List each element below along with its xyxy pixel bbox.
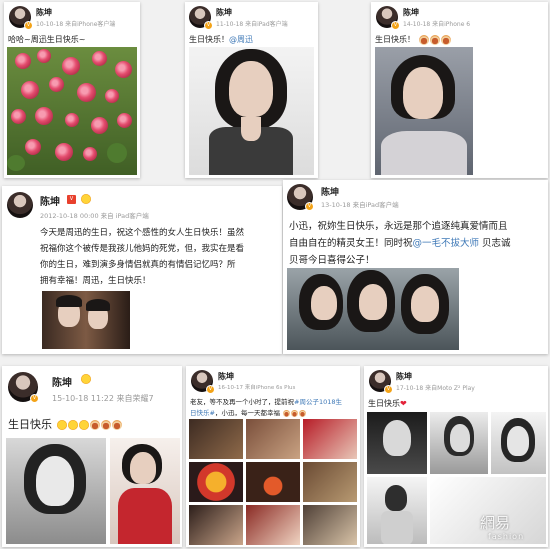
photo-grid-3[interactable]: [303, 419, 357, 459]
photo-grid-5[interactable]: [246, 462, 300, 502]
photo-grid-8[interactable]: [246, 505, 300, 545]
post-meta: 16-10-17 来自iPhone 6s Plus: [218, 385, 296, 391]
post-text-line-1: 老友，等不及再一个小时了，提前祝#周公子1018生: [190, 398, 342, 406]
username[interactable]: 陈坤: [396, 371, 412, 382]
post-text-line-2: 自由自在的精灵女王！同时祝@一毛不拔大师 贝志诚: [289, 238, 511, 249]
photo-grid-2[interactable]: [246, 419, 300, 459]
photo-couple[interactable]: [42, 291, 130, 349]
username[interactable]: 陈坤: [321, 185, 339, 198]
username[interactable]: 陈坤: [52, 374, 72, 389]
cake-emoji-icon: [111, 420, 122, 430]
post-meta: 17-10-18 来自Moto Z² Play: [396, 385, 475, 392]
post-meta: 15-10-18 11:22 来自荣耀7: [52, 394, 154, 403]
username[interactable]: 陈坤: [36, 7, 52, 18]
verified-badge-icon: V: [384, 385, 393, 394]
verified-badge-icon: V: [305, 202, 314, 211]
photo-trio[interactable]: [287, 268, 459, 350]
photo-grid-1[interactable]: [367, 412, 427, 474]
post-text-line-2: 祝福你这个被传是我孩儿他妈的死党，但，我实在是看: [40, 244, 245, 254]
weibo-post-3: V 陈坤 14-10-18 来自iPhone 6 生日快乐！: [371, 2, 548, 178]
cake-emoji-icon: [291, 409, 299, 417]
avatar[interactable]: [7, 192, 33, 218]
cake-emoji-icon: [440, 34, 451, 45]
post-text: 生日快乐！: [375, 34, 451, 45]
username[interactable]: 陈坤: [216, 7, 232, 18]
photo-grid-1[interactable]: [189, 419, 243, 459]
post-meta: 11-10-18 来自iPad客户端: [216, 21, 288, 28]
post-text-line-2: 日快乐#，小迅，每一天都幸福: [190, 407, 307, 417]
post-text-line-1: 小迅，祝妳生日快乐，永远是那个追逐纯真爱情而且: [289, 221, 508, 232]
photo-grid-6[interactable]: [303, 462, 357, 502]
cake-emoji-icon: [100, 420, 111, 430]
weibo-post-4: 陈坤 V 2012-10-18 00:00 来自 iPad客户端 今天是周迅的生…: [2, 186, 282, 354]
photo-grid-3[interactable]: [491, 412, 546, 474]
username[interactable]: 陈坤: [218, 371, 234, 382]
post-text: 生日快乐: [8, 416, 122, 432]
weibo-post-6: V 陈坤 15-10-18 11:22 来自荣耀7 生日快乐: [2, 366, 182, 547]
post-text-prefix: 生日快乐！: [189, 35, 229, 44]
mention-link[interactable]: @一毛不拔大师: [413, 238, 480, 249]
username[interactable]: 陈坤: [403, 7, 419, 18]
heart-icon: ❤: [400, 399, 407, 408]
mention-link[interactable]: @周迅: [229, 35, 253, 44]
watermark-logo: 網易: [480, 514, 511, 532]
post-text: 生日快乐！@周迅: [189, 34, 253, 45]
verified-badge-icon: V: [391, 21, 400, 30]
watermark-text: fashion: [488, 532, 525, 541]
post-text-line-3: 贝哥今日喜得公子！: [289, 255, 375, 266]
verified-badge-icon: V: [66, 194, 77, 205]
cake-emoji-icon: [429, 34, 440, 45]
post-meta: 13-10-18 来自iPad客户端: [321, 201, 399, 209]
weibo-post-2: V 陈坤 11-10-18 来自iPad客户端 生日快乐！@周迅: [185, 2, 318, 178]
hashtag-link[interactable]: 日快乐#: [190, 409, 215, 417]
post-text-line-4: 拥有幸福！周迅，生日快乐！: [40, 276, 151, 286]
cake-emoji-icon: [283, 409, 291, 417]
post-text: 哈哈~周迅生日快乐~: [8, 35, 86, 44]
photo-red-dress[interactable]: [110, 438, 180, 544]
verified-badge-icon: V: [206, 385, 215, 394]
username[interactable]: 陈坤: [40, 193, 60, 208]
photo-portrait[interactable]: [189, 47, 314, 175]
post-text-line-1: 今天是周迅的生日，祝这个感性的女人生日快乐！虽然: [40, 228, 245, 238]
photo-grid-7[interactable]: [189, 505, 243, 545]
hashtag-link[interactable]: #周公子1018生: [294, 398, 342, 406]
photo-grid-9[interactable]: [303, 505, 357, 545]
kiss-emoji-icon: [78, 420, 89, 430]
weibo-post-5: V 陈坤 13-10-18 来自iPad客户端 小迅，祝妳生日快乐，永远是那个追…: [283, 180, 548, 354]
kiss-emoji-icon: [56, 420, 67, 430]
smile-emoji-icon: [81, 374, 91, 384]
post-meta: 14-10-18 来自iPhone 6: [403, 21, 471, 28]
post-text-line-3: 你的生日，难到演多身情侣就真的有情侣记忆吗？所: [40, 260, 236, 270]
photo-bw-portrait[interactable]: [6, 438, 106, 544]
cake-emoji-icon: [418, 34, 429, 45]
post-meta: 2012-10-18 00:00 来自 iPad客户端: [40, 212, 149, 220]
post-meta: 10-10-18 来自iPhone客户端: [36, 21, 116, 28]
weibo-post-8: V 陈坤 17-10-18 来自Moto Z² Play 生日快乐❤ 網易 fa…: [364, 366, 548, 547]
weibo-post-7: V 陈坤 16-10-17 来自iPhone 6s Plus 老友，等不及再一个…: [186, 366, 360, 547]
photo-grid-4[interactable]: [189, 462, 243, 502]
post-text: 生日快乐❤: [368, 399, 407, 408]
smile-emoji-icon: [81, 194, 91, 204]
verified-badge-icon: V: [30, 394, 39, 403]
verified-badge-icon: V: [204, 21, 213, 30]
verified-badge-icon: V: [24, 21, 33, 30]
photo-portrait[interactable]: [375, 47, 473, 175]
photo-roses[interactable]: [7, 47, 137, 175]
cake-emoji-icon: [299, 409, 307, 417]
photo-grid-4[interactable]: [367, 477, 427, 544]
photo-grid-2[interactable]: [430, 412, 488, 474]
cake-emoji-icon: [89, 420, 100, 430]
post-text-content: 生日快乐！: [375, 35, 415, 44]
kiss-emoji-icon: [67, 420, 78, 430]
weibo-post-1: V 陈坤 10-10-18 来自iPhone客户端 哈哈~周迅生日快乐~: [4, 2, 140, 178]
